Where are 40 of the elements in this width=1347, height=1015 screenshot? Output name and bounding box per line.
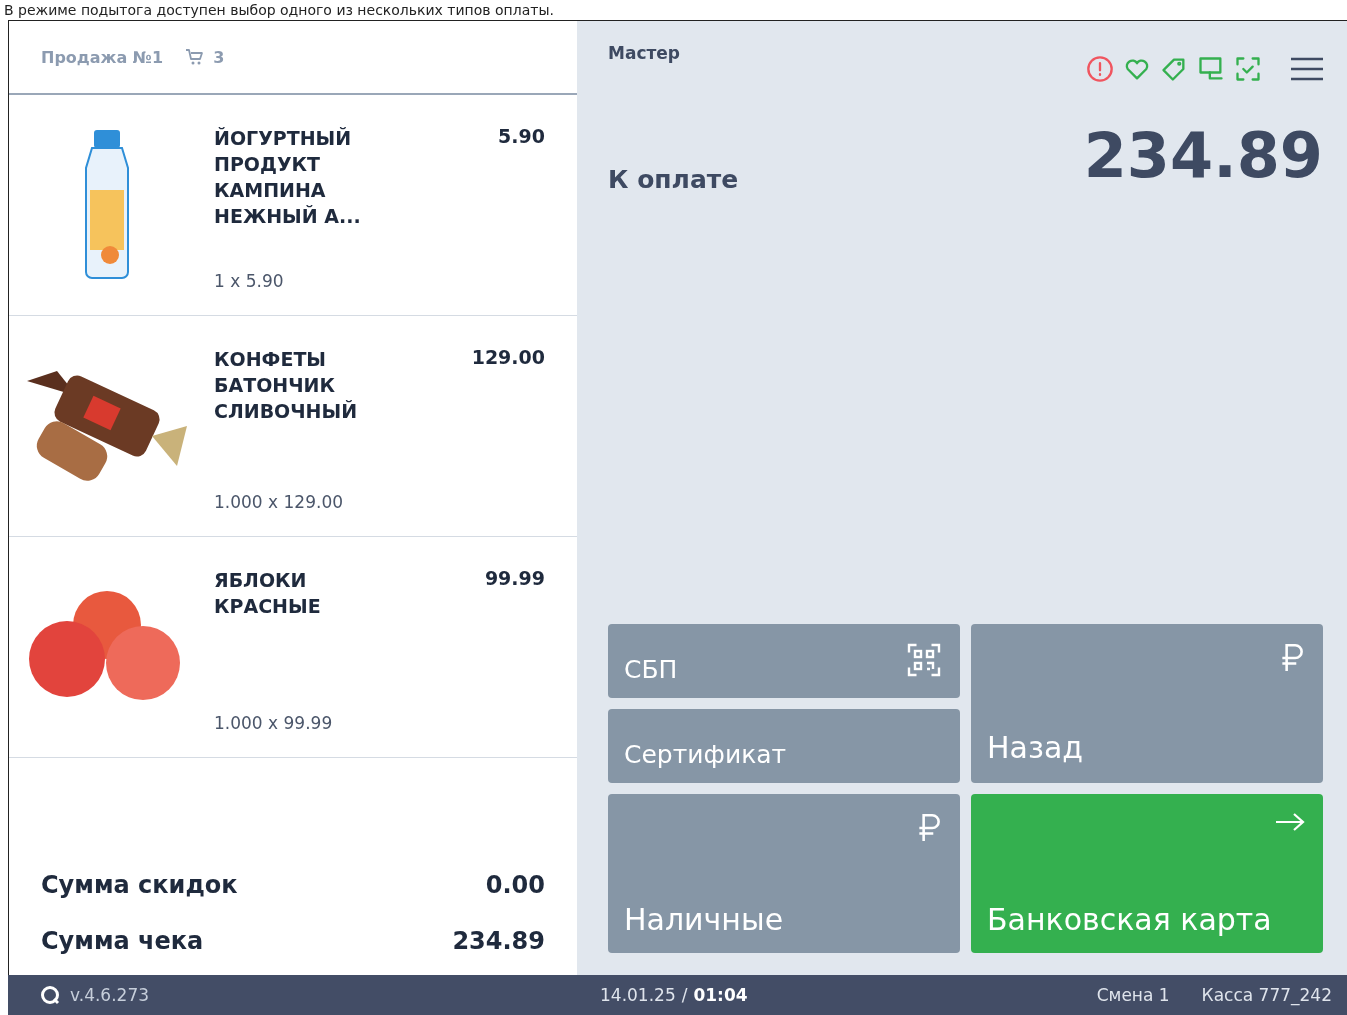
total-value: 234.89: [452, 927, 545, 955]
product-name: ЯБЛОКИ КРАСНЫЕ: [214, 568, 322, 619]
cashier-name: Мастер: [608, 43, 681, 63]
payment-button[interactable]: Банковская карта: [971, 794, 1323, 953]
total-value: 0.00: [485, 871, 545, 899]
payment-button[interactable]: СБП: [608, 624, 960, 698]
amount-due-value: 234.89: [1083, 119, 1323, 192]
product-quantity: 1.000 x 129.00: [214, 492, 345, 512]
product-quantity: 1.000 x 99.99: [214, 713, 334, 733]
version-text: v.4.6.273: [70, 985, 150, 1005]
separator-text: /: [681, 985, 688, 1005]
register-text: Касса 777_242: [1201, 985, 1332, 1005]
monitor-icon[interactable]: [1197, 55, 1225, 83]
product-name: КОНФЕТЫ БАТОНЧИК СЛИВОЧНЫЙ: [214, 347, 359, 424]
logo-icon: [40, 985, 60, 1005]
scan-icon[interactable]: [1234, 55, 1262, 83]
product-name: ЙОГУРТНЫЙ ПРОДУКТ КАМПИНА НЕЖНЫЙ А...: [214, 126, 362, 229]
caption-text: В режиме подытога доступен выбор одного из нескольких типов оплаты.: [3, 1, 555, 20]
date-text: 14.01.25: [600, 985, 676, 1005]
arrow-icon: [1275, 812, 1305, 832]
product-price: 129.00: [471, 346, 545, 370]
ruble-icon: [916, 812, 942, 842]
alert-icon[interactable]: [1086, 55, 1114, 83]
total-label: Сумма скидок: [41, 871, 238, 899]
time-text: 01:04: [693, 985, 748, 1005]
total-label: Сумма чека: [41, 927, 204, 955]
amount-due-label: К оплате: [608, 165, 739, 194]
product-quantity: 1 x 5.90: [214, 271, 285, 291]
ruble-icon: [1279, 642, 1305, 672]
qr-code-icon: [906, 642, 942, 678]
payment-button[interactable]: Назад: [971, 624, 1323, 783]
menu-icon[interactable]: [1291, 57, 1323, 81]
shift-text: Смена 1: [1096, 985, 1170, 1005]
cart-icon: [185, 48, 206, 66]
payment-button[interactable]: Сертификат: [608, 709, 960, 783]
payment-button[interactable]: Наличные: [608, 794, 960, 953]
product-price: 99.99: [484, 567, 545, 591]
product-price: 5.90: [498, 125, 545, 149]
cart-count: 3: [213, 47, 225, 67]
sale-title: Продажа №1: [41, 47, 164, 67]
